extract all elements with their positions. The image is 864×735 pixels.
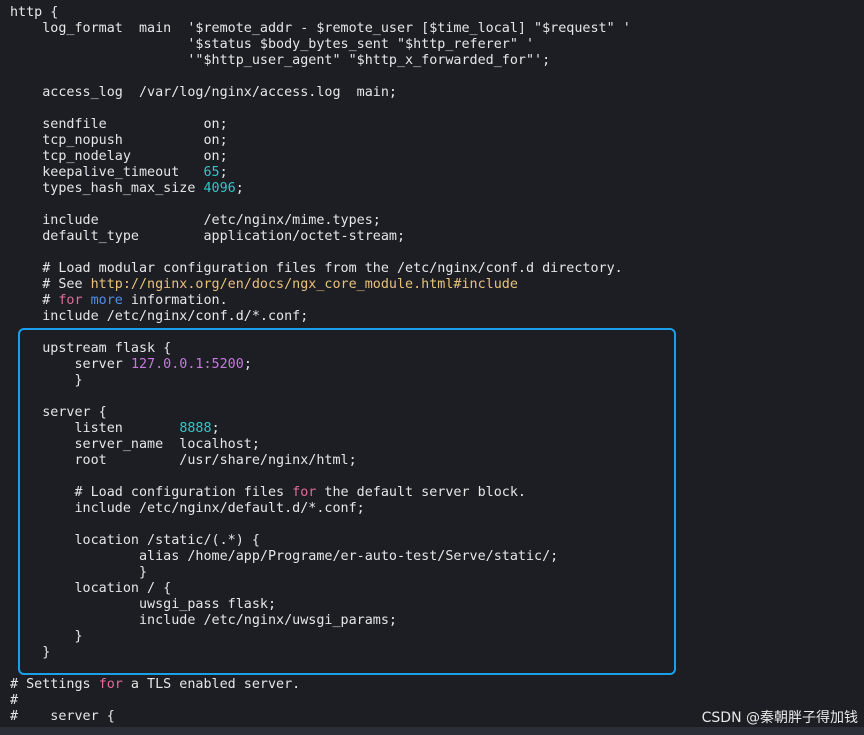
code-token: 4096 [203,181,236,196]
code-token: a TLS enabled server. [122,677,301,692]
code-token: for [58,293,83,308]
code-line: # See http://nginx.org/en/docs/ngx_core_… [10,277,864,293]
code-token: keepalive_timeout [10,165,204,180]
highlight-box [18,328,676,675]
code-token: access_log /var/log/nginx/access.log mai… [10,85,397,100]
watermark: CSDN @秦朝胖子得加钱 [701,710,858,726]
code-line: sendfile on; [10,117,864,133]
code-token: # Load modular configuration files from … [10,261,623,276]
code-line: keepalive_timeout 65; [10,165,864,181]
code-line: tcp_nopush on; [10,133,864,149]
status-bar [0,727,864,735]
code-line: access_log /var/log/nginx/access.log mai… [10,85,864,101]
code-line: default_type application/octet-stream; [10,229,864,245]
code-token: sendfile on; [10,117,228,132]
code-line: types_hash_max_size 4096; [10,181,864,197]
code-line: tcp_nodelay on; [10,149,864,165]
code-token: # [10,293,59,308]
code-token: tcp_nopush on; [10,133,228,148]
code-line: '"$http_user_agent" "$http_x_forwarded_f… [10,53,864,69]
code-line: log_format main '$remote_addr - $remote_… [10,21,864,37]
code-line: http { [10,5,864,21]
code-token: more [90,293,123,308]
code-token: include /etc/nginx/mime.types; [10,213,381,228]
code-line: include /etc/nginx/conf.d/*.conf; [10,309,864,325]
code-token: # See [10,277,91,292]
code-line: '$status $body_bytes_sent "$http_referer… [10,37,864,53]
code-token: '$status $body_bytes_sent "$http_referer… [10,37,535,52]
code-token: ; [219,165,228,180]
code-token: http { [10,5,59,20]
code-token: log_format main '$remote_addr - $remote_… [10,21,631,36]
code-token: ; [235,181,244,196]
code-token: 65 [203,165,220,180]
code-line: # for more information. [10,293,864,309]
code-token: types_hash_max_size [10,181,204,196]
code-token: include /etc/nginx/conf.d/*.conf; [10,309,309,324]
code-line: # Load modular configuration files from … [10,261,864,277]
code-line: include /etc/nginx/mime.types; [10,213,864,229]
code-token: information. [122,293,228,308]
code-token: # server { [10,709,115,724]
code-token: for [98,677,123,692]
code-token: '"$http_user_agent" "$http_x_forwarded_f… [10,53,551,68]
code-token: # Settings [10,677,99,692]
code-token: # [10,693,19,708]
code-token: tcp_nodelay on; [10,149,228,164]
code-token: default_type application/octet-stream; [10,229,406,244]
code-token: http://nginx.org/en/docs/ngx_core_module… [90,277,518,292]
code-line: # Settings for a TLS enabled server. [10,677,864,693]
